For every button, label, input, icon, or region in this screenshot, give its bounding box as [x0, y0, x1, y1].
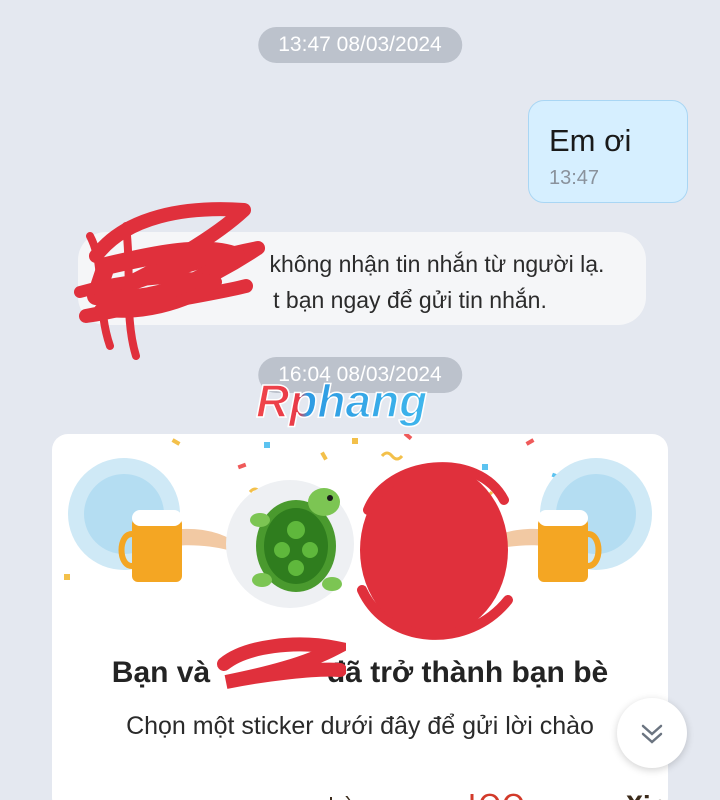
beer-mug-icon [488, 458, 652, 582]
notice-line-1: không nhận tin nhắn từ người lạ. [269, 251, 605, 277]
chevron-down-icon [641, 724, 663, 744]
turtle-avatar-icon [226, 480, 354, 608]
scroll-to-bottom-button[interactable] [617, 698, 687, 768]
stranger-restriction-notice: không nhận tin nhắn từ người lạ. t bạn n… [78, 232, 646, 325]
svg-text:Xin: Xin [626, 793, 666, 800]
card-decorations [64, 434, 652, 608]
card-subtitle: Chọn một sticker dưới đây để gửi lời chà… [126, 712, 594, 740]
message-text: Em ơi [549, 123, 632, 158]
watermark-logo: Rphang [255, 374, 428, 428]
svg-text:!OO: !OO [466, 789, 525, 800]
card-title: Bạn và đã trở thành bạn bè [52, 656, 668, 690]
card-title-suffix: đã trở thành bạn bè [326, 656, 609, 689]
beer-mug-icon [68, 458, 232, 582]
card-title-prefix: Bạn và [111, 656, 211, 689]
notice-line-2: t bạn ngay để gửi tin nhắn. [273, 287, 547, 313]
message-time: 13:47 [549, 167, 600, 189]
outgoing-message-bubble[interactable]: Em ơi 13:47 [528, 100, 688, 203]
svg-text:bè: bè [328, 795, 356, 800]
sticker-row[interactable]: bè !OO Xin [52, 786, 668, 800]
svg-text:Rphang: Rphang [256, 375, 427, 427]
sticker-previews: bè !OO Xin [328, 789, 666, 800]
date-separator: 13:47 08/03/2024 [258, 27, 462, 63]
new-friend-card: Bạn và đã trở thành bạn bè Chọn một stic… [52, 434, 668, 800]
